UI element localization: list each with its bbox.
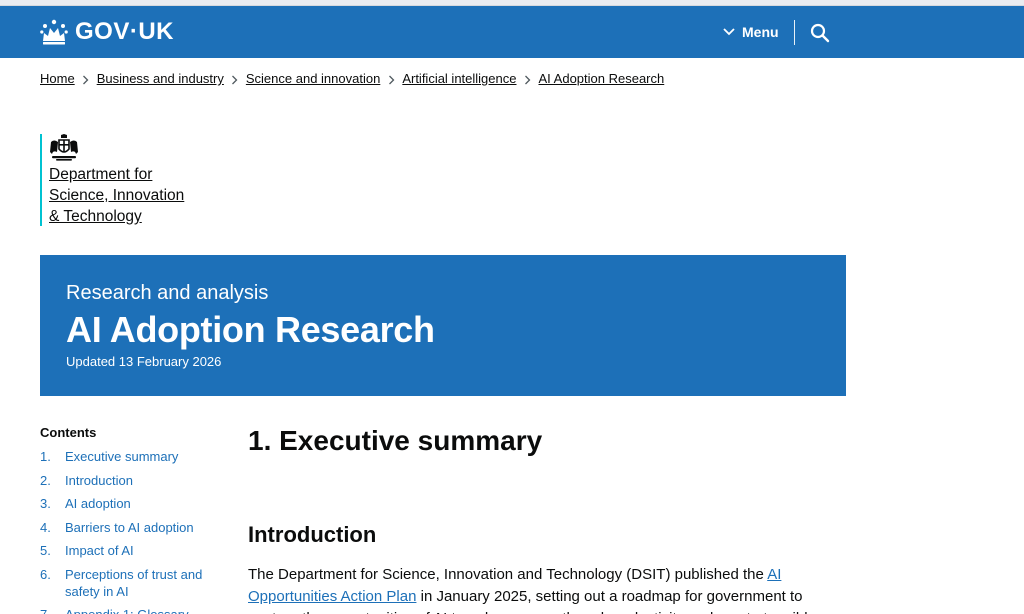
contents-list: Contents 1. Executive summary 2. Introdu… <box>40 424 230 614</box>
organisation-name-line: Department for <box>49 166 153 183</box>
organisation-name: Department for Science, Innovation & Tec… <box>49 164 184 227</box>
toc-item: 2. Introduction <box>40 472 230 489</box>
breadcrumb-artificial-intelligence[interactable]: Artificial intelligence <box>402 70 516 88</box>
paragraph-text: The Department for Science, Innovation a… <box>248 566 768 583</box>
search-button[interactable] <box>808 21 832 45</box>
search-icon <box>810 23 830 43</box>
toc-item: 6. Perceptions of trust and safety in AI <box>40 566 230 600</box>
govuk-logo-text: GOV·UK <box>75 18 174 45</box>
organisation-name-line: & Technology <box>49 208 142 225</box>
toc-number: 1. <box>40 449 51 464</box>
breadcrumb-ai-adoption-research[interactable]: AI Adoption Research <box>538 70 664 88</box>
main-content: 1. Executive summary Introduction The De… <box>248 420 846 614</box>
breadcrumb-business-and-industry[interactable]: Business and industry <box>97 70 224 88</box>
toc-link-ai-adoption[interactable]: AI adoption <box>65 495 131 512</box>
toc-link-trust-and-safety[interactable]: Perceptions of trust and safety in AI <box>65 566 230 600</box>
chevron-right-icon <box>380 70 402 88</box>
toc-item: 7. Appendix 1: Glossary <box>40 606 230 614</box>
toc-link-executive-summary[interactable]: Executive summary <box>65 448 178 465</box>
chevron-down-icon <box>723 28 735 36</box>
toc-link-glossary[interactable]: Appendix 1: Glossary <box>65 606 189 614</box>
organisation-logo-link[interactable]: Department for Science, Innovation & Tec… <box>40 134 184 226</box>
toc-number: 7. <box>40 606 65 614</box>
toc-link-impact-of-ai[interactable]: Impact of AI <box>65 542 134 559</box>
breadcrumb: Home Business and industry Science and i… <box>40 70 664 88</box>
intro-paragraph: The Department for Science, Innovation a… <box>248 564 846 614</box>
menu-label: Menu <box>742 24 779 40</box>
toc-item: 5. Impact of AI <box>40 542 230 559</box>
toc-number: 3. <box>40 496 51 511</box>
toc-number: 5. <box>40 543 51 558</box>
toc-item: 1. Executive summary <box>40 448 230 465</box>
page-title: AI Adoption Research <box>66 309 435 350</box>
title-banner: Research and analysis AI Adoption Resear… <box>40 255 846 396</box>
breadcrumb-home[interactable]: Home <box>40 70 75 88</box>
updated-date: Updated 13 February 2026 <box>66 354 222 369</box>
chevron-right-icon <box>75 70 97 88</box>
document-type-caption: Research and analysis <box>66 282 269 304</box>
header-divider <box>794 20 795 45</box>
breadcrumb-science-and-innovation[interactable]: Science and innovation <box>246 70 380 88</box>
chevron-right-icon <box>224 70 246 88</box>
crown-icon <box>40 19 68 45</box>
toc-number: 6. <box>40 566 51 582</box>
govuk-header: GOV·UK Menu <box>0 6 1024 58</box>
toc-items: 1. Executive summary 2. Introduction 3. … <box>40 448 230 614</box>
toc-number: 4. <box>40 519 51 535</box>
chevron-right-icon <box>516 70 538 88</box>
toc-link-barriers[interactable]: Barriers to AI adoption <box>65 519 194 536</box>
toc-item: 4. Barriers to AI adoption <box>40 519 230 536</box>
subsection-heading: Introduction <box>248 522 377 547</box>
section-heading: 1. Executive summary <box>248 425 543 456</box>
toc-number: 2. <box>40 472 51 488</box>
toc-item: 3. AI adoption <box>40 495 230 512</box>
organisation-name-line: Science, Innovation <box>49 187 185 204</box>
menu-button[interactable]: Menu <box>722 22 779 42</box>
contents-heading: Contents <box>40 425 97 440</box>
royal-coat-of-arms-icon <box>50 134 78 161</box>
toc-link-introduction[interactable]: Introduction <box>65 472 133 489</box>
govuk-logo-link[interactable]: GOV·UK <box>40 18 174 46</box>
